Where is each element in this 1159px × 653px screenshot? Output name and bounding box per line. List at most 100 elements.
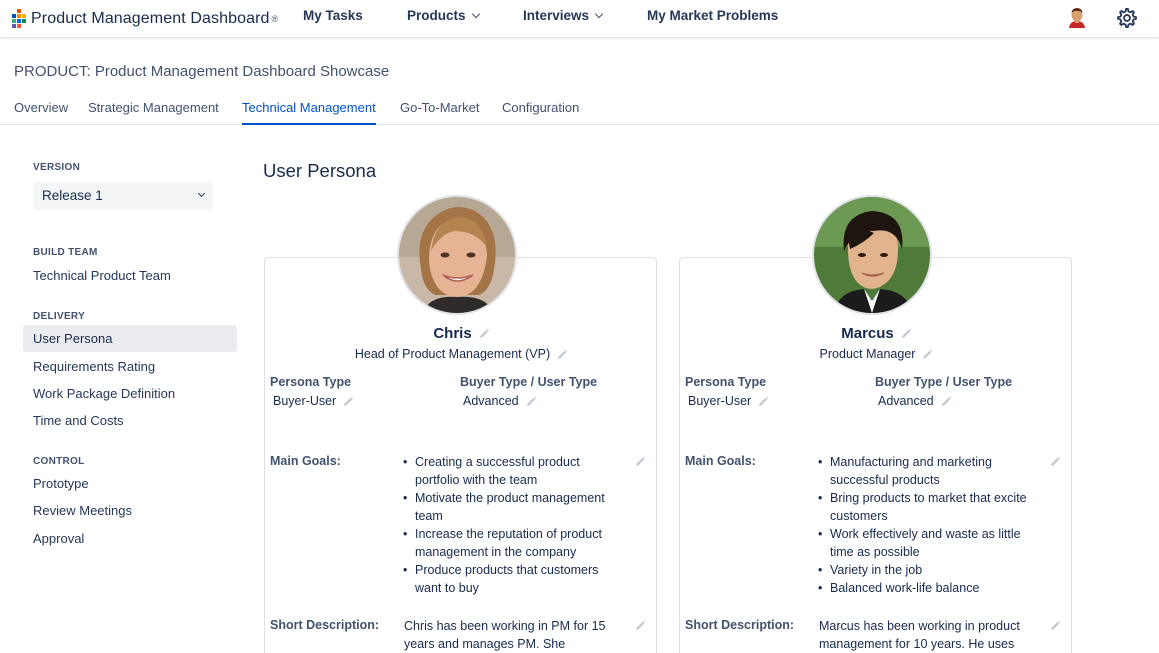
persona-role[interactable]: Product Manager <box>680 347 1073 361</box>
goal-item: Produce products that customers want to b… <box>402 561 632 597</box>
persona-photo-chris <box>397 195 517 315</box>
goal-item: Bring products to market that excite cust… <box>817 489 1052 525</box>
main-goals-label: Main Goals: <box>270 454 341 468</box>
nav-my-market-problems[interactable]: My Market Problems <box>647 0 778 34</box>
persona-type-text: Buyer-User <box>688 394 752 408</box>
version-select[interactable]: Release 1 <box>33 182 213 210</box>
goal-line: customers <box>830 509 888 523</box>
goal-line: Bring products to market that excite <box>830 491 1027 505</box>
build-team-heading: BUILD TEAM <box>33 247 98 258</box>
nav-products[interactable]: Products <box>407 0 480 34</box>
goal-line: portfolio with the team <box>415 473 538 487</box>
chevron-down-icon <box>197 189 206 198</box>
sidebar-item-requirements-rating[interactable]: Requirements Rating <box>33 359 155 374</box>
short-description-text[interactable]: Chris has been working in PM for 15 years… <box>404 617 629 653</box>
buyer-type-value[interactable]: Advanced <box>878 394 952 408</box>
pencil-icon[interactable] <box>1049 620 1061 632</box>
main-goals-label: Main Goals: <box>685 454 756 468</box>
logo-icon <box>12 8 30 30</box>
persona-name-text: Marcus <box>841 325 894 342</box>
main-goals-list[interactable]: Manufacturing and marketing successful pr… <box>817 453 1052 597</box>
sidebar-item-technical-product-team[interactable]: Technical Product Team <box>33 268 171 283</box>
goal-line: want to buy <box>415 581 479 595</box>
sidebar-item-user-persona[interactable]: User Persona <box>23 325 237 352</box>
goal-line: Work effectively and waste as little <box>830 527 1021 541</box>
persona-name[interactable]: Marcus <box>680 325 1073 342</box>
tab-label: Strategic Management <box>88 100 219 115</box>
persona-name[interactable]: Chris <box>265 325 658 342</box>
buyer-type-label: Buyer Type / User Type <box>875 375 1013 389</box>
sidebar-item-time-and-costs[interactable]: Time and Costs <box>33 413 124 428</box>
tab-label: Configuration <box>502 100 580 115</box>
description-line: years and manages PM. She <box>404 637 566 651</box>
buyer-type-text: Advanced <box>878 394 934 408</box>
tab-technical-management[interactable]: Technical Management <box>242 100 376 125</box>
pencil-icon[interactable] <box>940 396 952 408</box>
gear-icon[interactable] <box>1116 7 1138 29</box>
tab-bar: Overview Strategic Management Technical … <box>0 96 1159 125</box>
tab-go-to-market[interactable]: Go-To-Market <box>400 100 479 125</box>
buyer-type-label: Buyer Type / User Type <box>460 375 598 389</box>
registered-mark: ® <box>271 14 279 24</box>
goal-line: Produce products that customers <box>415 563 599 577</box>
avatar <box>399 197 515 313</box>
nav-my-tasks[interactable]: My Tasks <box>303 0 363 34</box>
tab-strategic-management[interactable]: Strategic Management <box>88 100 219 125</box>
persona-type-label: Persona Type <box>685 375 767 389</box>
persona-name-text: Chris <box>433 325 472 342</box>
main-goals-list[interactable]: Creating a successful product portfolio w… <box>402 453 632 597</box>
control-heading: CONTROL <box>33 456 85 467</box>
tab-configuration[interactable]: Configuration <box>502 100 579 125</box>
description-line: Chris has been working in PM for 15 <box>404 619 606 633</box>
pencil-icon[interactable] <box>525 396 537 408</box>
top-navigation: Product Management Dashboard ® My Tasks … <box>0 0 1159 38</box>
pencil-icon[interactable] <box>556 349 568 361</box>
nav-interviews[interactable]: Interviews <box>523 0 604 34</box>
sidebar-item-prototype[interactable]: Prototype <box>33 476 89 491</box>
chevron-down-icon <box>471 9 480 19</box>
nav-products-label: Products <box>407 8 466 23</box>
avatar <box>814 197 930 313</box>
goal-line: Creating a successful product <box>415 455 580 469</box>
nav-interviews-label: Interviews <box>523 8 590 23</box>
goal-item: Manufacturing and marketing successful pr… <box>817 453 1052 489</box>
user-avatar-icon[interactable] <box>1066 6 1088 28</box>
version-select-value: Release 1 <box>42 188 103 203</box>
chevron-down-icon <box>594 9 604 19</box>
goal-item: Variety in the job <box>817 561 1052 579</box>
tab-label: Go-To-Market <box>400 100 480 115</box>
persona-type-value[interactable]: Buyer-User <box>688 394 769 408</box>
goal-line: management in the company <box>415 545 577 559</box>
page-title: User Persona <box>263 160 377 181</box>
pencil-icon[interactable] <box>900 328 912 340</box>
description-line: management for 10 years. He uses <box>819 637 1015 651</box>
persona-type-value[interactable]: Buyer-User <box>273 394 354 408</box>
version-heading: VERSION <box>33 162 81 173</box>
pencil-icon[interactable] <box>478 328 490 340</box>
persona-photo-marcus <box>812 195 932 315</box>
sidebar-item-approval[interactable]: Approval <box>33 531 84 546</box>
persona-role[interactable]: Head of Product Management (VP) <box>265 347 658 361</box>
persona-type-text: Buyer-User <box>273 394 337 408</box>
tab-overview[interactable]: Overview <box>14 100 68 125</box>
pencil-icon[interactable] <box>921 349 933 361</box>
buyer-type-value[interactable]: Advanced <box>463 394 537 408</box>
sidebar-item-work-package-definition[interactable]: Work Package Definition <box>33 386 175 401</box>
short-description-text[interactable]: Marcus has been working in product manage… <box>819 617 1044 653</box>
pencil-icon[interactable] <box>757 396 769 408</box>
sidebar-item-review-meetings[interactable]: Review Meetings <box>33 503 132 518</box>
delivery-heading: DELIVERY <box>33 311 86 322</box>
goal-line: time as possible <box>830 545 920 559</box>
app-logo[interactable]: Product Management Dashboard ® <box>12 6 278 32</box>
goal-item: Creating a successful product portfolio w… <box>402 453 632 489</box>
app-title: Product Management Dashboard <box>31 10 270 27</box>
tab-label: Technical Management <box>242 100 376 115</box>
goal-line: successful products <box>830 473 940 487</box>
pencil-icon[interactable] <box>634 620 646 632</box>
pencil-icon[interactable] <box>1049 456 1061 468</box>
buyer-type-text: Advanced <box>463 394 519 408</box>
pencil-icon[interactable] <box>342 396 354 408</box>
nav-my-tasks-label: My Tasks <box>303 8 363 23</box>
goal-item: Increase the reputation of product manage… <box>402 525 632 561</box>
pencil-icon[interactable] <box>634 456 646 468</box>
